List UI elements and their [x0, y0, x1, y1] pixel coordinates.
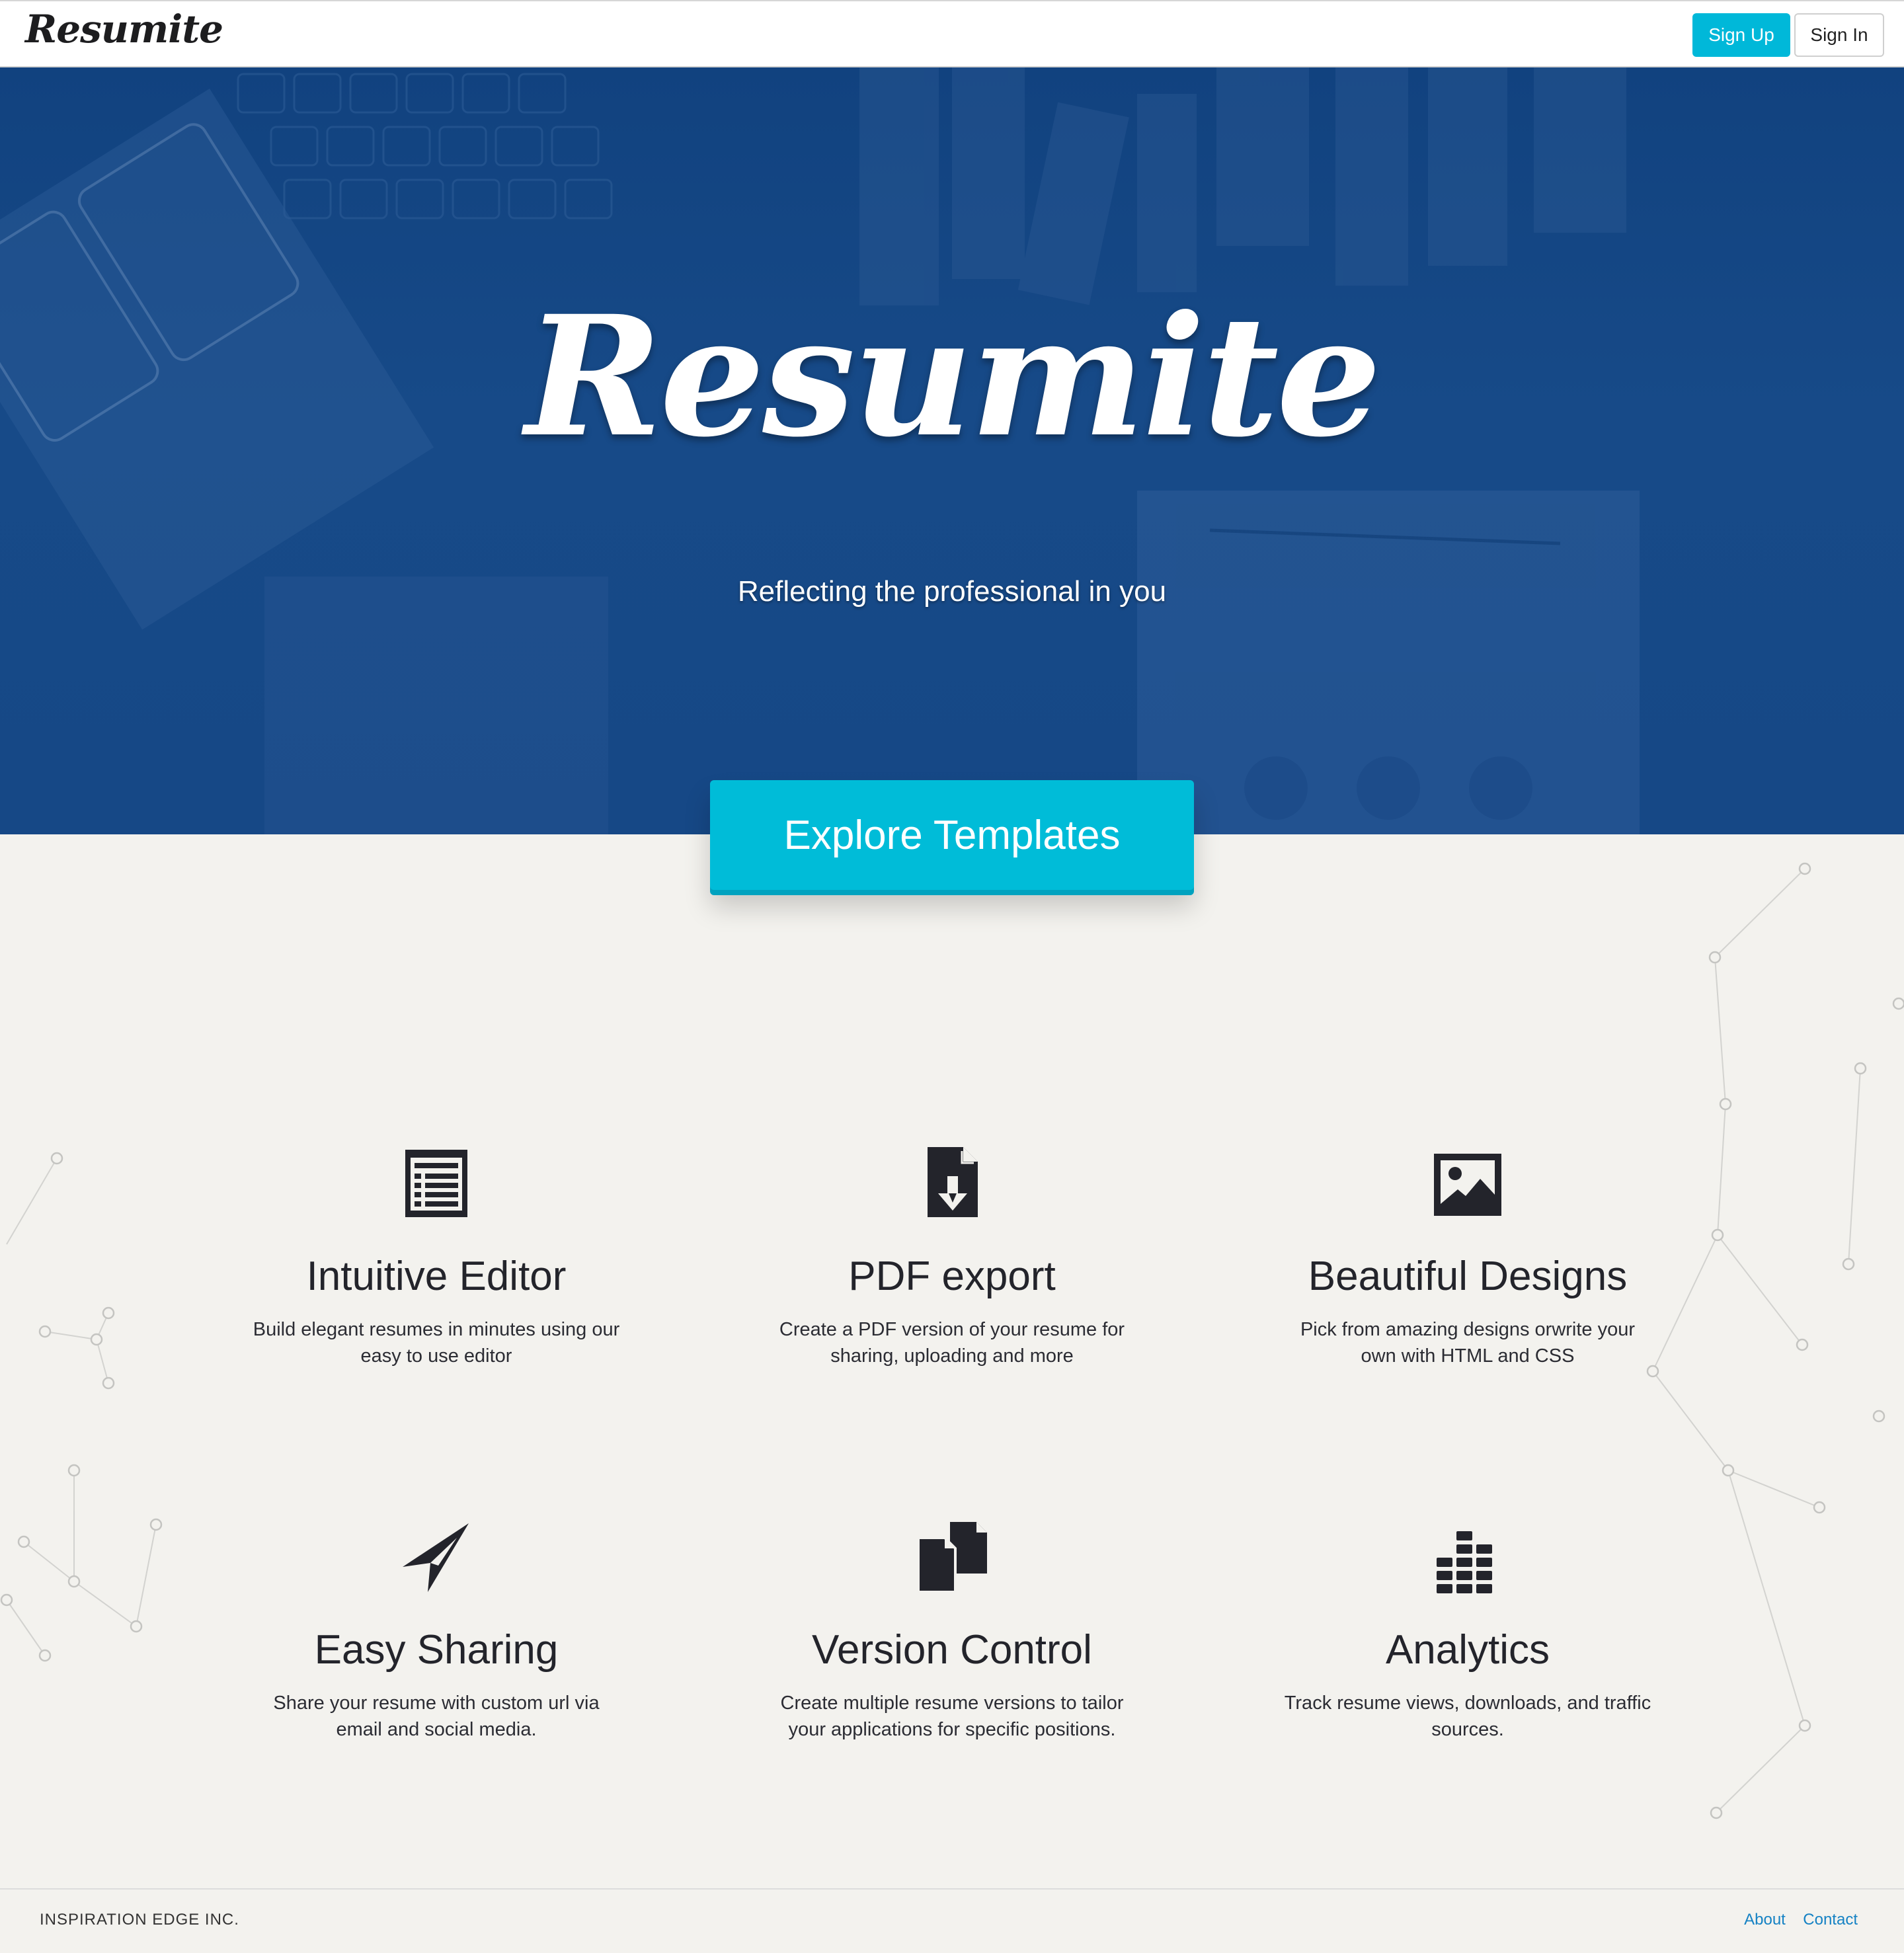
brand-logo[interactable]: Resumite: [25, 7, 223, 52]
bar-blocks-icon: [1437, 1531, 1492, 1593]
feature-description: Create multiple resume versions to tailo…: [780, 1693, 1124, 1741]
footer-link-contact[interactable]: Contact: [1803, 1911, 1858, 1929]
feature-description: Track resume views, downloads, and traff…: [1284, 1693, 1651, 1741]
footer-links: About Contact: [1729, 1911, 1858, 1929]
feature-description: Share your resume with custom url via em…: [273, 1693, 600, 1741]
feature-title: Beautiful Designs: [1308, 1254, 1628, 1299]
file-download-icon: [928, 1147, 978, 1217]
feature-easy-sharing: Easy Sharing Share your resume with cust…: [205, 1521, 668, 1743]
top-navbar: Resumite Sign Up Sign In: [0, 0, 1904, 67]
feature-version-control: Version Control Create multiple resume v…: [721, 1521, 1183, 1743]
feature-title: Intuitive Editor: [306, 1254, 567, 1299]
feature-intuitive-editor: Intuitive Editor Build elegant resumes i…: [205, 1147, 668, 1369]
feature-title: Version Control: [812, 1627, 1092, 1673]
page-footer: INSPIRATION EDGE INC. About Contact: [0, 1888, 1904, 1953]
feature-beautiful-designs: Beautiful Designs Pick from amazing desi…: [1236, 1147, 1699, 1369]
feature-title: Easy Sharing: [314, 1627, 559, 1673]
footer-company-name: INSPIRATION EDGE INC.: [40, 1911, 239, 1929]
feature-pdf-export: PDF export Create a PDF version of your …: [721, 1147, 1183, 1369]
sign-up-button[interactable]: Sign Up: [1692, 13, 1790, 57]
explore-templates-button[interactable]: Explore Templates: [710, 780, 1194, 890]
feature-title: Analytics: [1385, 1627, 1550, 1673]
list-document-icon: [405, 1150, 467, 1217]
hero-title: Resumite: [525, 279, 1381, 473]
feature-analytics: Analytics Track resume views, downloads,…: [1236, 1521, 1699, 1743]
sign-in-button[interactable]: Sign In: [1794, 13, 1884, 57]
hero-section: Resumite Reflecting the professional in …: [0, 67, 1904, 834]
paper-plane-icon: [403, 1523, 469, 1592]
copy-documents-icon: [917, 1522, 987, 1593]
footer-link-about[interactable]: About: [1744, 1911, 1786, 1929]
hero-tagline: Reflecting the professional in you: [737, 575, 1167, 608]
feature-description: Create a PDF version of your resume for …: [779, 1319, 1125, 1367]
feature-description: Pick from amazing designs orwrite your o…: [1300, 1319, 1636, 1367]
image-icon: [1434, 1154, 1501, 1216]
feature-description: Build elegant resumes in minutes using o…: [253, 1319, 620, 1367]
feature-title: PDF export: [848, 1254, 1056, 1299]
